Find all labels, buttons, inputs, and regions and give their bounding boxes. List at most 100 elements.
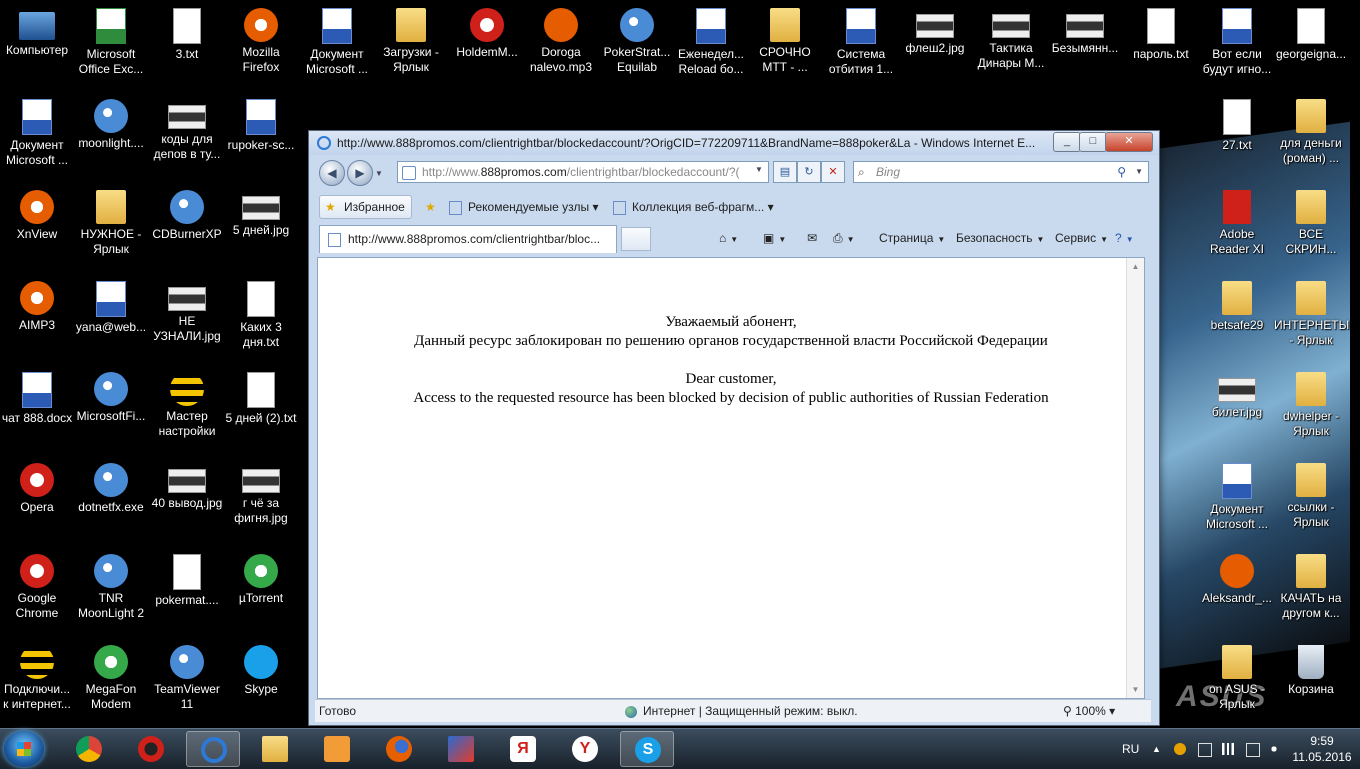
desktop-icon[interactable]: PokerStrat... Equilab (600, 4, 674, 90)
taskbar-firefox[interactable] (372, 731, 426, 767)
desktop-icon[interactable]: XnView (0, 186, 74, 272)
desktop-icon[interactable]: rupoker-sc... (224, 95, 298, 181)
security-zone[interactable]: Интернет | Защищенный режим: выкл. (625, 700, 858, 722)
desktop-icon[interactable]: HoldemM... (450, 4, 524, 90)
desktop-icon[interactable]: СРОЧНО МТТ - ... (748, 4, 822, 90)
desktop-icon[interactable]: коды для депов в ту... (150, 95, 224, 181)
desktop-icon[interactable]: Opera (0, 459, 74, 545)
desktop-icon[interactable]: КАЧАТЬ на другом к... (1274, 550, 1348, 636)
desktop-icon[interactable]: moonlight.... (74, 95, 148, 181)
rss-feed-icon[interactable]: ▣ ▼ (763, 227, 786, 249)
favorites-button[interactable]: ★ Избранное (319, 195, 412, 219)
address-bar[interactable]: http://www.888promos.com/clientrightbar/… (397, 161, 769, 183)
desktop-icon[interactable]: НУЖНОЕ - Ярлык (74, 186, 148, 272)
desktop-icon[interactable]: ссылки - Ярлык (1274, 459, 1348, 545)
desktop-icon[interactable]: 5 дней.jpg (224, 186, 298, 272)
desktop-icon[interactable]: Google Chrome (0, 550, 74, 636)
minimize-button[interactable]: _ (1053, 132, 1081, 152)
taskbar-yandex[interactable]: Я (496, 731, 550, 767)
tab-current[interactable]: http://www.888promos.com/clientrightbar/… (319, 225, 617, 253)
desktop-icon[interactable]: µTorrent (224, 550, 298, 636)
desktop-icon[interactable]: Mozilla Firefox (224, 4, 298, 90)
battery-icon[interactable] (1246, 743, 1260, 757)
desktop-icon[interactable]: Aleksandr_... (1200, 550, 1274, 636)
desktop-icon[interactable]: AIMP3 (0, 277, 74, 363)
desktop-icon[interactable]: pokermat.... (150, 550, 224, 636)
desktop-icon[interactable]: билет.jpg (1200, 368, 1274, 454)
signal-icon[interactable] (1222, 743, 1234, 755)
home-icon[interactable]: ⌂ ▼ (719, 227, 738, 249)
desktop-icon[interactable]: Еженедел... Reload бо... (674, 4, 748, 90)
address-dropdown-icon[interactable]: ▼ (755, 165, 763, 174)
desktop-icon[interactable]: Вот если будут игно... (1200, 4, 1274, 90)
desktop-icon[interactable]: Компьютер (0, 4, 74, 90)
desktop-icon[interactable]: CDBurnerXP (150, 186, 224, 272)
print-icon[interactable]: ⎙ ▼ (833, 227, 855, 249)
title-bar[interactable]: http://www.888promos.com/clientrightbar/… (309, 131, 1159, 155)
desktop-icon[interactable]: пароль.txt (1124, 4, 1198, 90)
scroll-down-icon[interactable]: ▼ (1127, 681, 1144, 698)
back-button[interactable]: ◀ (319, 160, 345, 186)
desktop-icon[interactable]: georgeigna... (1274, 4, 1348, 90)
desktop-icon[interactable]: TNR MoonLight 2 (74, 550, 148, 636)
taskbar-equilab[interactable] (434, 731, 488, 767)
desktop-icon[interactable]: yana@web... (74, 277, 148, 363)
security-menu[interactable]: Безопасность ▼ (956, 227, 1044, 249)
desktop-icon[interactable]: Корзина (1274, 641, 1348, 727)
mail-icon[interactable]: ✉ (807, 227, 817, 249)
start-button[interactable] (4, 731, 44, 767)
desktop-icon[interactable]: Skype (224, 641, 298, 727)
clock[interactable]: 9:59 11.05.2016 (1290, 733, 1354, 765)
page-menu[interactable]: Страница ▼ (879, 227, 945, 249)
desktop-icon[interactable]: Документ Microsoft ... (300, 4, 374, 90)
language-indicator[interactable]: RU (1122, 729, 1139, 769)
desktop-icon[interactable]: для деньги (роман) ... (1274, 95, 1348, 181)
desktop-icon[interactable]: НЕ УЗНАЛИ.jpg (150, 277, 224, 363)
forward-button[interactable]: ▶ (347, 160, 373, 186)
taskbar-yandex-browser[interactable]: Y (558, 731, 612, 767)
desktop-icon[interactable]: betsafe29 (1200, 277, 1274, 363)
desktop-icon[interactable]: Подключи... к интернет... (0, 641, 74, 727)
search-icon[interactable]: ⚲ (1117, 162, 1126, 182)
desktop-icon[interactable]: TeamViewer 11 (150, 641, 224, 727)
search-dropdown-icon[interactable]: ▼ (1135, 162, 1143, 182)
web-slice-gallery-link[interactable]: Коллекция веб-фрагм... ▾ (613, 193, 774, 221)
help-icon[interactable]: ? ▼ (1115, 227, 1134, 249)
desktop-icon[interactable]: MegaFon Modem (74, 641, 148, 727)
history-dropdown-icon[interactable]: ▼ (375, 169, 383, 178)
desktop-icon[interactable]: Безымянн... (1048, 4, 1122, 90)
maximize-button[interactable]: □ (1079, 132, 1107, 152)
desktop-icon[interactable]: г чё за фигня.jpg (224, 459, 298, 545)
scroll-up-icon[interactable]: ▲ (1127, 258, 1144, 275)
add-favorite-icon[interactable]: ★ (425, 193, 436, 221)
desktop-icon[interactable]: 5 дней (2).txt (224, 368, 298, 454)
desktop-icon[interactable]: 40 вывод.jpg (150, 459, 224, 545)
desktop-icon[interactable]: флеш2.jpg (898, 4, 972, 90)
desktop-icon[interactable]: dotnetfx.exe (74, 459, 148, 545)
desktop-icon[interactable]: Doroga nalevo.mp3 (524, 4, 598, 90)
tray-app-icon[interactable] (1174, 743, 1186, 755)
desktop-icon[interactable]: ИНТЕРНЕТЫ - Ярлык (1274, 277, 1349, 363)
desktop-icon[interactable]: Тактика Динары М... (974, 4, 1048, 90)
desktop-icon[interactable]: on ASUS - Ярлык (1200, 641, 1274, 727)
desktop-icon[interactable]: dwhelper - Ярлык (1274, 368, 1348, 454)
desktop-icon[interactable]: Загрузки - Ярлык (374, 4, 448, 90)
desktop-icon[interactable]: Документ Microsoft ... (0, 95, 74, 181)
desktop-icon[interactable]: Microsoft Office Exc... (74, 4, 148, 90)
compatibility-view-button[interactable]: ▤ (773, 161, 797, 183)
desktop-icon[interactable]: Мастер настройки (150, 368, 224, 454)
desktop-icon[interactable]: Adobe Reader XI (1200, 186, 1274, 272)
desktop-icon[interactable]: Документ Microsoft ... (1200, 459, 1274, 545)
taskbar-media-player[interactable] (310, 731, 364, 767)
stop-button[interactable]: ✕ (821, 161, 845, 183)
flag-icon[interactable] (1198, 743, 1212, 757)
close-button[interactable]: ✕ (1105, 132, 1153, 152)
taskbar-internet-explorer[interactable] (186, 731, 240, 767)
taskbar-skype[interactable]: S (620, 731, 674, 767)
desktop-icon[interactable]: Каких 3 дня.txt (224, 277, 298, 363)
desktop-icon[interactable]: Система отбития 1... (824, 4, 898, 90)
desktop-icon[interactable]: ВСЕ СКРИН... (1274, 186, 1348, 272)
search-box[interactable]: ⌕ Bing ⚲ ▼ (853, 161, 1149, 183)
desktop-icon[interactable]: чат 888.docx (0, 368, 74, 454)
show-hidden-icons[interactable]: ▲ (1152, 729, 1161, 769)
